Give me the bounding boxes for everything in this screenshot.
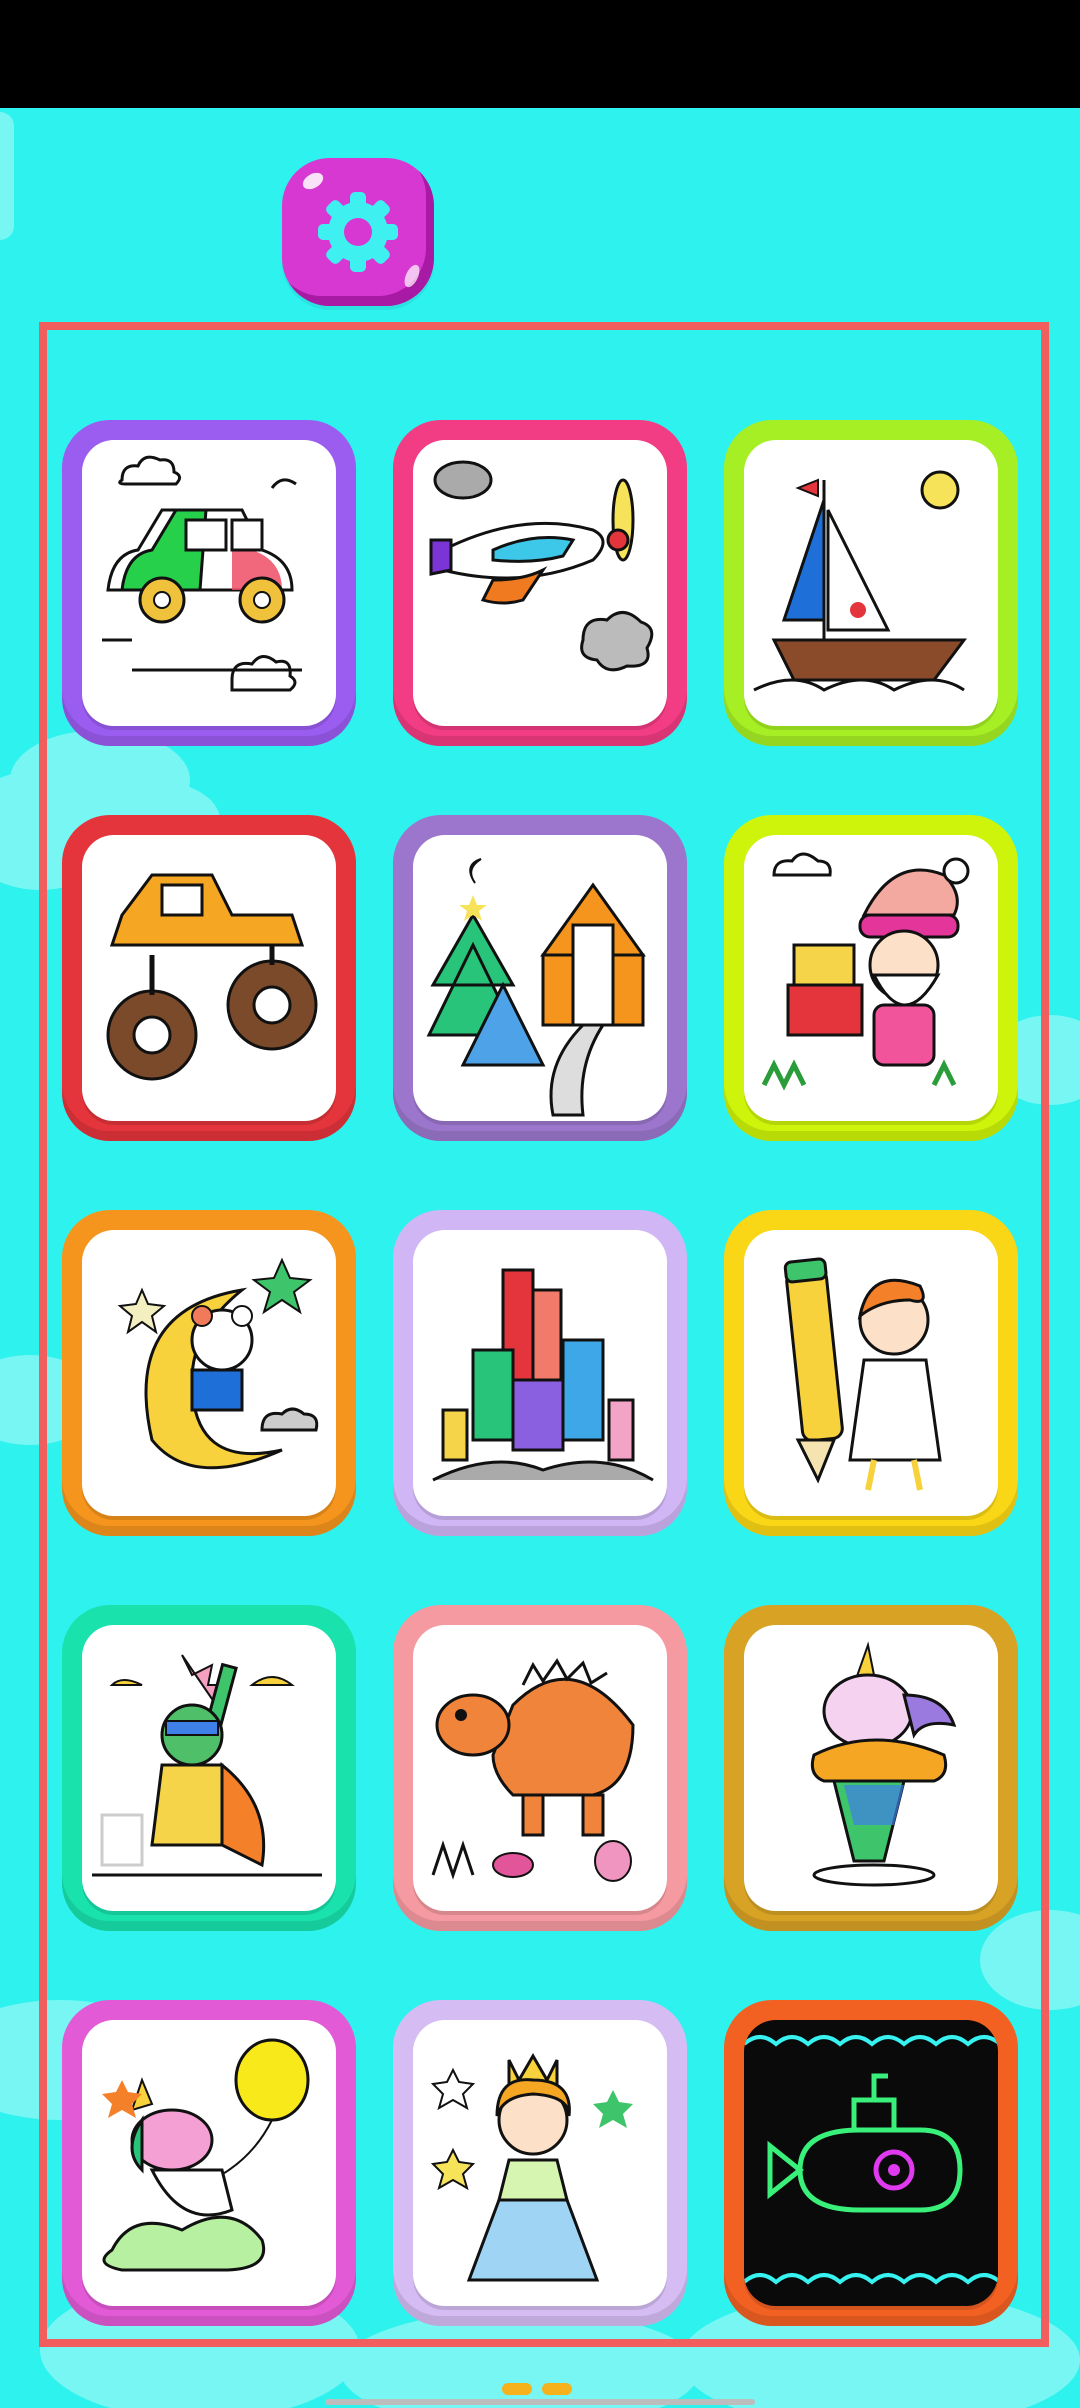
edge-tab[interactable] — [0, 112, 14, 240]
unicorn-cupcake-icon — [810, 1641, 957, 1887]
card-image — [82, 2020, 336, 2306]
card-image — [82, 1230, 336, 1516]
card-image — [82, 440, 336, 726]
page-dot[interactable] — [542, 2383, 572, 2395]
coloring-card-car[interactable] — [62, 420, 356, 746]
card-image — [744, 440, 998, 726]
coloring-card-santa[interactable] — [724, 815, 1018, 1141]
dinosaur-icon — [431, 1658, 635, 1882]
castle-icon — [432, 1268, 654, 1482]
coloring-card-airplane[interactable] — [393, 420, 687, 746]
monster-truck-icon — [106, 873, 318, 1081]
card-image — [82, 1625, 336, 1911]
home-indicator[interactable] — [325, 2399, 755, 2405]
coloring-card-unicorn-cupcake[interactable] — [724, 1605, 1018, 1931]
coloring-card-dinosaur[interactable] — [393, 1605, 687, 1931]
coloring-card-superhero[interactable] — [62, 1605, 356, 1931]
car-icon — [102, 455, 302, 692]
settings-button[interactable] — [282, 158, 434, 306]
bear-moon-icon — [117, 1257, 319, 1470]
house-icon — [426, 858, 646, 1117]
card-image — [413, 1625, 667, 1911]
status-bar — [0, 0, 1080, 108]
coloring-card-glow-submarine[interactable] — [724, 2000, 1018, 2326]
page-indicator — [502, 2383, 572, 2395]
page-dot[interactable] — [502, 2383, 532, 2395]
card-image — [413, 440, 667, 726]
card-image — [744, 1625, 998, 1911]
coloring-card-unicorn-balloon[interactable] — [62, 2000, 356, 2326]
coloring-card-castle[interactable] — [393, 1210, 687, 1536]
coloring-card-pencil-girl[interactable] — [724, 1210, 1018, 1536]
gear-icon — [318, 192, 398, 272]
unicorn-balloon-icon — [102, 2038, 310, 2272]
card-image — [744, 835, 998, 1121]
superhero-icon — [92, 1654, 322, 1877]
coloring-card-monster-truck[interactable] — [62, 815, 356, 1141]
coloring-card-sailboat[interactable] — [724, 420, 1018, 746]
card-image — [744, 1230, 998, 1516]
coloring-card-winter-house[interactable] — [393, 815, 687, 1141]
sailboat-icon — [753, 470, 967, 692]
card-image — [413, 1230, 667, 1516]
card-image — [744, 2020, 998, 2306]
card-image — [82, 835, 336, 1121]
card-image — [413, 2020, 667, 2306]
submarine-icon — [744, 2035, 998, 2285]
princess-icon — [430, 2053, 633, 2282]
coloring-card-bear-moon[interactable] — [62, 1210, 356, 1536]
airplane-icon — [429, 460, 654, 672]
card-image — [413, 835, 667, 1121]
coloring-card-princess[interactable] — [393, 2000, 687, 2326]
pencil-girl-icon — [783, 1257, 942, 1491]
santa-icon — [761, 852, 970, 1091]
